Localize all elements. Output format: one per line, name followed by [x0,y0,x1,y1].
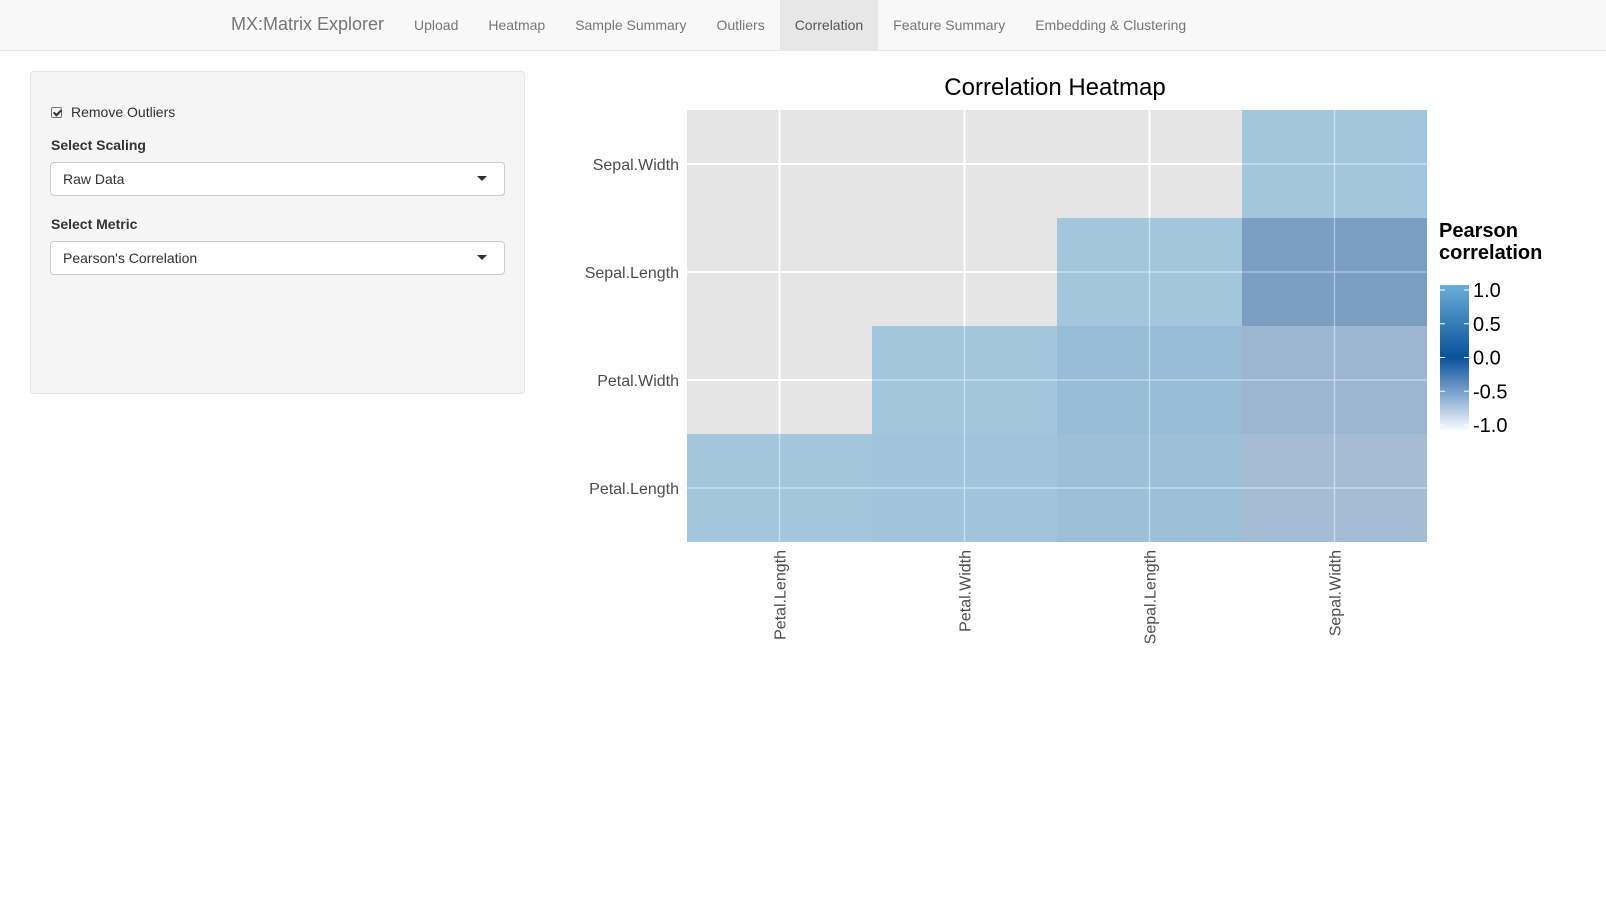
remove-outliers-row[interactable]: Remove Outliers [51,104,175,120]
tab-embedding-clustering[interactable]: Embedding & Clustering [1020,0,1201,50]
y-tick-label: Sepal.Width [593,157,679,174]
y-axis: Petal.Length Petal.Width Sepal.Length Sepal… [585,157,679,498]
tab-upload[interactable]: Upload [399,0,473,50]
app-brand[interactable]: MX:Matrix Explorer [231,14,384,35]
tab-sample-summary[interactable]: Sample Summary [560,0,701,50]
legend-tick-label: -0.5 [1473,381,1507,403]
chevron-down-icon [477,176,487,181]
legend-tick-label: 0.0 [1473,348,1501,370]
legend-tick-label: -1.0 [1473,415,1507,437]
nav-tabs: Upload Heatmap Sample Summary Outliers C… [399,0,1201,50]
x-axis: Petal.Length Petal.Width Sepal.Length Sepal… [773,550,1345,644]
legend-title-line-1: Pearson [1439,220,1518,242]
navbar: MX:Matrix Explorer Upload Heatmap Sample… [0,0,1606,51]
metric-select-value: Pearson's Correlation [63,250,198,266]
tab-feature-summary[interactable]: Feature Summary [878,0,1020,50]
tab-outliers[interactable]: Outliers [701,0,779,50]
x-tick-label: Petal.Width [958,550,975,632]
legend-tick-label: 1.0 [1473,280,1501,302]
y-tick-label: Petal.Length [589,481,679,498]
legend: Pearson correlation 1.0 0.5 0.0 -0.5 -1.0 [1439,220,1542,437]
y-tick-label: Sepal.Length [585,265,679,282]
heatmap-svg: Correlation Heatmap Petal.Length Petal.Wi… [585,74,1543,644]
correlation-heatmap-chart: Correlation Heatmap Petal.Length Petal.Wi… [560,60,1560,660]
metric-select[interactable]: Pearson's Correlation [50,241,505,275]
scaling-select-value: Raw Data [63,171,125,187]
scaling-select[interactable]: Raw Data [50,162,505,196]
x-tick-label: Sepal.Width [1328,550,1345,636]
tab-heatmap[interactable]: Heatmap [473,0,560,50]
select-metric-label: Select Metric [51,216,138,232]
x-tick-label: Petal.Length [773,550,790,640]
select-scaling-label: Select Scaling [51,137,146,153]
legend-title-line-2: correlation [1439,242,1542,264]
legend-tick-label: 0.5 [1473,314,1501,336]
y-tick-label: Petal.Width [597,373,679,390]
sidebar-panel: Remove Outliers Select Scaling Raw Data … [30,71,525,394]
chart-title: Correlation Heatmap [944,74,1165,101]
chevron-down-icon [477,255,487,260]
remove-outliers-checkbox[interactable] [51,106,62,118]
x-tick-label: Sepal.Length [1143,550,1160,644]
tab-correlation[interactable]: Correlation [779,0,879,50]
remove-outliers-label[interactable]: Remove Outliers [71,104,175,120]
